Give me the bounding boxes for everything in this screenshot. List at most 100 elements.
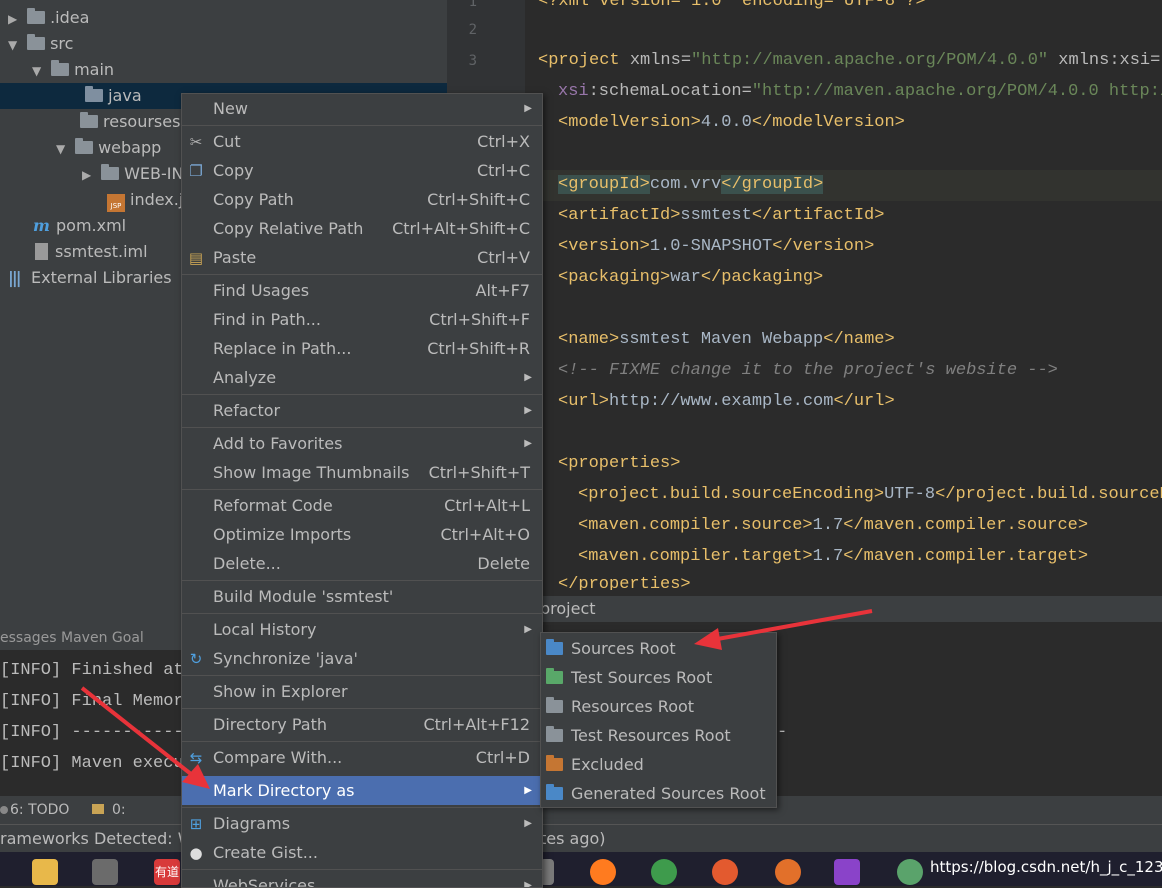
- tree-item-ssmtest-iml[interactable]: ssmtest.iml: [35, 239, 148, 265]
- menu-item-analyze[interactable]: Analyze ▶: [182, 363, 542, 392]
- tree-item-label: src: [50, 34, 74, 53]
- youdao-icon[interactable]: 有道: [154, 859, 180, 885]
- menu-item-find-usages[interactable]: Find Usages Alt+F7: [182, 276, 542, 305]
- code-line-5: <modelVersion>4.0.0</modelVersion>: [558, 113, 905, 132]
- code-line-9: <version>1.0-SNAPSHOT</version>: [558, 237, 875, 256]
- submenu-item-test-sources-root[interactable]: Test Sources Root: [541, 663, 776, 692]
- code-line-7: <groupId>com.vrv</groupId>: [558, 175, 824, 194]
- chevron-down-icon[interactable]: ▼: [32, 58, 46, 84]
- tab-messages[interactable]: 0: Message: [92, 796, 187, 824]
- chevron-right-icon[interactable]: ▶: [8, 6, 22, 32]
- tools-icon[interactable]: [92, 859, 118, 885]
- code-line-13: <!-- FIXME change it to the project's we…: [558, 361, 1058, 380]
- submenu-item-resources-root[interactable]: Resources Root: [541, 692, 776, 721]
- menu-item-copy-relative-path[interactable]: Copy Relative Path Ctrl+Alt+Shift+C: [182, 214, 542, 243]
- mark-directory-submenu: Sources Root Test Sources Root Resources…: [540, 632, 777, 808]
- avatar: [897, 859, 923, 885]
- menu-item-compare-with[interactable]: ⇆ Compare With... Ctrl+D: [182, 743, 542, 772]
- menu-item-new[interactable]: New ▶: [182, 94, 542, 123]
- menu-separator: [182, 274, 542, 275]
- paw-app-icon[interactable]: [775, 859, 801, 885]
- tree-item-idea[interactable]: ▶ .idea: [8, 5, 89, 31]
- menu-separator: [182, 394, 542, 395]
- tree-item-label: WEB-IN: [124, 164, 184, 183]
- sources-root-folder-icon: [546, 639, 563, 655]
- menu-item-create-gist[interactable]: ● Create Gist...: [182, 838, 542, 867]
- menu-item-paste[interactable]: ▤ Paste Ctrl+V: [182, 243, 542, 272]
- tree-item-pom-xml[interactable]: m pom.xml: [33, 213, 126, 239]
- tree-item-resourses[interactable]: resourses: [80, 109, 180, 135]
- submenu-item-excluded[interactable]: Excluded: [541, 750, 776, 779]
- code-line-19: <maven.compiler.target>1.7</maven.compil…: [578, 547, 1089, 566]
- tree-item-label: main: [74, 60, 115, 79]
- submenu-arrow-icon: ▶: [524, 405, 532, 416]
- chevron-down-icon[interactable]: ▼: [56, 136, 70, 162]
- watermark-url: https://blog.csdn.net/h_j_c_123: [930, 858, 1162, 876]
- folder-icon: [75, 138, 94, 154]
- excluded-folder-icon: [546, 755, 563, 771]
- menu-item-synchronize[interactable]: ↻ Synchronize 'java': [182, 644, 542, 673]
- menu-separator: [182, 869, 542, 870]
- intellij-icon[interactable]: [834, 859, 860, 885]
- submenu-item-sources-root[interactable]: Sources Root: [541, 634, 776, 663]
- menu-item-cut[interactable]: ✂ Cut Ctrl+X: [182, 127, 542, 156]
- menu-separator: [182, 708, 542, 709]
- paste-icon: ▤: [188, 249, 204, 267]
- menu-item-add-to-favorites[interactable]: Add to Favorites ▶: [182, 429, 542, 458]
- chevron-right-icon[interactable]: ▶: [82, 162, 96, 188]
- menu-item-webservices[interactable]: WebServices ▶: [182, 871, 542, 888]
- menu-separator: [182, 675, 542, 676]
- maven-file-icon: m: [33, 216, 50, 235]
- swirl-app-icon[interactable]: [712, 859, 738, 885]
- menu-item-diagrams[interactable]: ⊞ Diagrams ▶: [182, 809, 542, 838]
- submenu-item-test-resources-root[interactable]: Test Resources Root: [541, 721, 776, 750]
- menu-item-copy[interactable]: ❐ Copy Ctrl+C: [182, 156, 542, 185]
- folder-icon: [51, 60, 70, 76]
- menu-separator: [182, 807, 542, 808]
- firefox-icon[interactable]: [590, 859, 616, 885]
- code-line-12: <name>ssmtest Maven Webapp</name>: [558, 330, 895, 349]
- menu-item-show-in-explorer[interactable]: Show in Explorer: [182, 677, 542, 706]
- context-menu: New ▶ ✂ Cut Ctrl+X ❐ Copy Ctrl+C Copy Path Ctr…: [181, 93, 543, 888]
- menu-item-optimize-imports[interactable]: Optimize Imports Ctrl+Alt+O: [182, 520, 542, 549]
- submenu-arrow-icon: ▶: [524, 103, 532, 114]
- submenu-arrow-icon: ▶: [524, 438, 532, 449]
- tree-item-label: index.j: [130, 190, 184, 209]
- tree-item-external-libraries[interactable]: ||| External Libraries: [8, 265, 172, 291]
- code-line-8: <artifactId>ssmtest</artifactId>: [558, 206, 885, 225]
- folder-icon: [27, 34, 46, 50]
- scissors-icon: ✂: [189, 133, 203, 151]
- submenu-arrow-icon: ▶: [524, 624, 532, 635]
- tree-item-web-inf[interactable]: ▶ WEB-IN: [82, 161, 183, 187]
- menu-item-refactor[interactable]: Refactor ▶: [182, 396, 542, 425]
- menu-item-replace-in-path[interactable]: Replace in Path... Ctrl+Shift+R: [182, 334, 542, 363]
- tree-item-main[interactable]: ▼ main: [32, 57, 114, 83]
- menu-item-local-history[interactable]: Local History ▶: [182, 615, 542, 644]
- menu-separator: [182, 580, 542, 581]
- tree-item-index-jsp[interactable]: JSP index.j: [107, 187, 183, 213]
- code-line-18: <maven.compiler.source>1.7</maven.compil…: [578, 516, 1089, 535]
- tree-item-label: webapp: [98, 138, 162, 157]
- tree-item-label: resourses: [103, 112, 181, 131]
- file-explorer-icon[interactable]: [32, 859, 58, 885]
- breadcrumb[interactable]: project: [540, 596, 1162, 622]
- menu-item-directory-path[interactable]: Directory Path Ctrl+Alt+F12: [182, 710, 542, 739]
- tab-todo[interactable]: 6: TODO: [0, 796, 69, 824]
- submenu-item-generated-sources-root[interactable]: Generated Sources Root: [541, 779, 776, 808]
- menu-item-find-in-path[interactable]: Find in Path... Ctrl+Shift+F: [182, 305, 542, 334]
- submenu-arrow-icon: ▶: [524, 372, 532, 383]
- submenu-arrow-icon: ▶: [524, 880, 532, 888]
- tree-item-webapp[interactable]: ▼ webapp: [56, 135, 161, 161]
- chevron-down-icon[interactable]: ▼: [8, 32, 22, 58]
- folder-icon: [101, 164, 120, 180]
- menu-item-delete[interactable]: Delete... Delete: [182, 549, 542, 578]
- diagram-icon: ⊞: [189, 815, 203, 833]
- chrome-icon[interactable]: [651, 859, 677, 885]
- menu-item-build-module[interactable]: Build Module 'ssmtest': [182, 582, 542, 611]
- menu-item-reformat-code[interactable]: Reformat Code Ctrl+Alt+L: [182, 491, 542, 520]
- messages-icon: [92, 804, 104, 814]
- menu-item-mark-directory-as[interactable]: Mark Directory as ▶: [182, 776, 542, 805]
- tree-item-src[interactable]: ▼ src: [8, 31, 73, 57]
- menu-item-copy-path[interactable]: Copy Path Ctrl+Shift+C: [182, 185, 542, 214]
- menu-item-show-image-thumbnails[interactable]: Show Image Thumbnails Ctrl+Shift+T: [182, 458, 542, 487]
